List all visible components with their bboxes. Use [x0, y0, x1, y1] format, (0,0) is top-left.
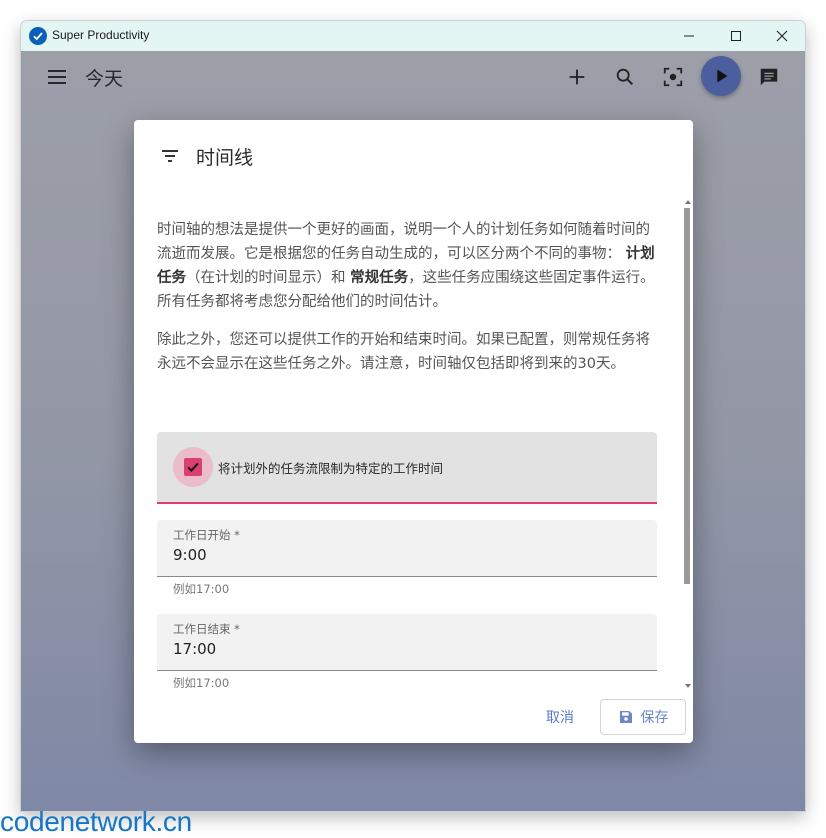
checkmark-icon	[187, 462, 199, 472]
work-hours-paragraph: 除此之外，您还可以提供工作的开始和结束时间。如果已配置，则常规任务将永远不会显示…	[157, 332, 650, 372]
close-icon	[776, 30, 788, 42]
workday-end-field[interactable]: 工作日结束 * 17:00	[157, 614, 657, 671]
search-icon	[616, 68, 634, 86]
play-icon	[717, 69, 728, 83]
maximize-icon	[731, 31, 741, 41]
limit-work-hours-row[interactable]: 将计划外的任务流限制为特定的工作时间	[157, 432, 657, 504]
add-task-button[interactable]	[563, 63, 591, 91]
save-icon	[619, 711, 632, 723]
hamburger-menu-icon[interactable]	[45, 65, 69, 89]
field-label: 工作日开始 *	[173, 528, 240, 542]
field-hint: 例如17:00	[173, 582, 230, 596]
dialog-title: 时间线	[196, 147, 254, 169]
save-button-label: 保存	[640, 710, 669, 726]
field-value[interactable]: 9:00	[173, 546, 207, 564]
plus-icon	[569, 69, 585, 85]
limit-work-hours-checkbox[interactable]	[184, 458, 202, 476]
watermark: codenetwork.cn	[0, 806, 192, 837]
cancel-button[interactable]: 取消	[530, 700, 590, 734]
scroll-down-arrow-icon[interactable]	[685, 684, 691, 688]
app-check-icon	[29, 27, 47, 45]
dialog-scroll-content[interactable]: 时间轴的想法是提供一个更好的画面，说明一个人的计划任务如何随着时间的流逝而发展。…	[134, 196, 693, 690]
intro-paragraph: 时间轴的想法是提供一个更好的画面，说明一个人的计划任务如何随着时间的流逝而发展。…	[157, 222, 655, 310]
search-button[interactable]	[611, 63, 639, 91]
notes-button[interactable]	[755, 63, 783, 91]
field-label: 工作日结束 *	[173, 622, 240, 636]
scrollbar[interactable]	[682, 198, 692, 692]
field-hint: 例如17:00	[173, 676, 230, 690]
checkbox-label: 将计划外的任务流限制为特定的工作时间	[218, 461, 444, 476]
scrollbar-thumb[interactable]	[684, 208, 690, 584]
workday-start-field[interactable]: 工作日开始 * 9:00	[157, 520, 657, 577]
focus-mode-button[interactable]	[659, 63, 687, 91]
minimize-button[interactable]	[666, 21, 712, 51]
title-bar: Super Productivity	[21, 21, 805, 51]
play-button[interactable]	[701, 56, 741, 96]
focus-icon	[663, 67, 683, 87]
close-window-button[interactable]	[759, 21, 805, 51]
field-value[interactable]: 17:00	[173, 640, 216, 658]
maximize-button[interactable]	[713, 21, 759, 51]
page-title: 今天	[85, 68, 124, 90]
scroll-up-arrow-icon[interactable]	[685, 200, 691, 204]
window-title: Super Productivity	[52, 28, 150, 42]
timeline-dialog: 时间线 时间轴的想法是提供一个更好的画面，说明一个人的计划任务如何随着时间的流逝…	[134, 120, 693, 743]
comment-icon	[760, 68, 778, 86]
save-button[interactable]: 保存	[600, 699, 686, 735]
filter-icon	[162, 150, 178, 162]
minimize-icon	[684, 35, 694, 37]
